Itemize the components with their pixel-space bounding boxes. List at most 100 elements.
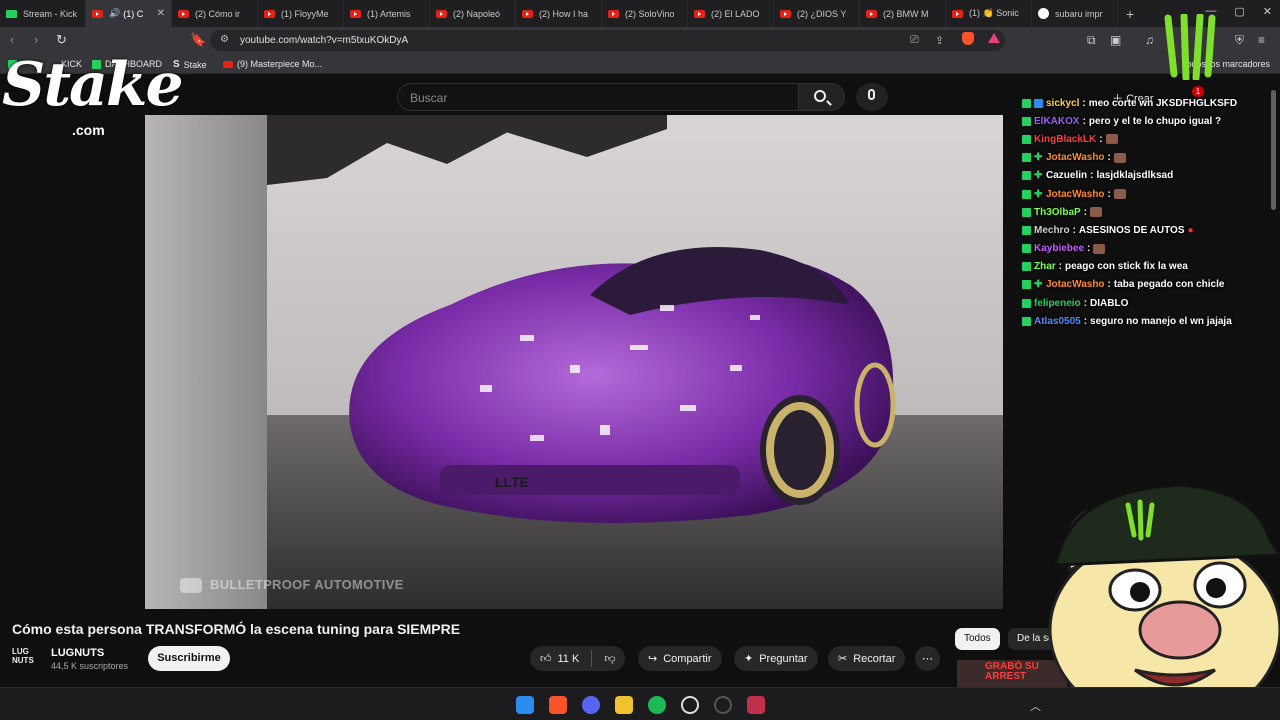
loading-icon[interactable] — [714, 696, 732, 714]
bookmark-page-icon[interactable]: 🔖 — [190, 32, 206, 48]
chat-text: seguro no manejo el wn jajaja — [1090, 315, 1232, 327]
browser-tab-bar: Stream - Kick 🔊 (1) C ✕ (2) Cómo ir (1) Floyy… — [0, 0, 1280, 27]
speaker-icon[interactable]: 🔊 — [109, 8, 120, 19]
voice-search-button[interactable] — [856, 83, 888, 111]
ask-label: Preguntar — [759, 652, 808, 665]
ask-button[interactable]: ✦ Preguntar — [734, 646, 818, 671]
extensions-icon[interactable]: ⧉ — [1087, 33, 1096, 48]
forward-icon[interactable]: › — [34, 32, 38, 47]
browser-tab[interactable]: Stream - Kick — [0, 0, 86, 27]
chat-message: ✚ JotacWasho: taba pegado con chicle — [1022, 276, 1277, 294]
chat-message: ElKAKOX: pero y el te lo chupo igual ? — [1022, 112, 1277, 130]
tab-label: (1) C — [123, 8, 144, 19]
chat-message: felipeneio: DIABLO — [1022, 294, 1277, 312]
browser-tab[interactable]: 🔊 (1) C ✕ — [86, 0, 172, 27]
menu-icon[interactable]: ≡ — [1258, 33, 1265, 47]
browser-tab[interactable]: (2) Cómo ir — [172, 0, 258, 27]
thumbs-up-icon: 👍︎ — [540, 653, 552, 665]
browser-tab[interactable]: (1) Artemis — [344, 0, 430, 27]
share-page-icon[interactable]: ⇪ — [935, 34, 944, 47]
tray-chevron-icon[interactable]: ︿ — [1030, 698, 1041, 714]
chat-emote-icon — [1113, 189, 1126, 200]
brave-shields-icon[interactable] — [962, 32, 974, 45]
channel-logo[interactable]: LUG NUTS — [12, 647, 44, 669]
chat-emote-icon — [1105, 134, 1118, 145]
browser-tab[interactable]: (2) How I ha — [516, 0, 602, 27]
like-button[interactable]: 👍︎ 11 K — [540, 652, 579, 666]
browser-tab[interactable]: (1) FloyyMe — [258, 0, 344, 27]
chat-text: meo corte wn JKSDFHGLKSFD — [1088, 97, 1238, 109]
reload-icon[interactable]: ↻ — [56, 32, 67, 48]
windows-start-icon[interactable] — [516, 696, 534, 714]
obs-icon[interactable] — [681, 696, 699, 714]
cast-icon[interactable]: ⎚ — [910, 34, 919, 47]
chat-username[interactable]: JotacWasho — [1046, 189, 1105, 200]
file-explorer-icon[interactable] — [615, 696, 633, 714]
maximize-icon[interactable]: ▢ — [1234, 5, 1244, 18]
chat-username[interactable]: Atlas0505 — [1034, 316, 1081, 327]
gift-badge-icon: ✚ — [1034, 279, 1043, 291]
chat-username[interactable]: Mechro — [1034, 225, 1070, 236]
chat-emote-icon — [1093, 243, 1106, 254]
chat-username[interactable]: sickycl — [1046, 98, 1079, 109]
discord-icon[interactable] — [582, 696, 600, 714]
bookmark-label: Stake — [183, 59, 207, 70]
chat-separator: : — [1082, 115, 1086, 127]
browser-tab[interactable]: (2) El LADO — [688, 0, 774, 27]
spotify-icon[interactable] — [648, 696, 666, 714]
like-dislike-group: 👍︎ 11 K 👎︎ — [530, 646, 626, 671]
sidebar-icon[interactable]: ▣ — [1110, 33, 1121, 47]
gift-badge-icon: ✚ — [1034, 188, 1043, 200]
kick-badge-icon — [1022, 225, 1031, 235]
gift-badge-icon: ✚ — [1034, 152, 1043, 164]
vpn-icon[interactable]: ⛨ — [1235, 33, 1244, 48]
browser-toolbar: ‹ › ↻ 🔖 ⚙ youtube.com/watch?v=m5txuKOkDy… — [0, 27, 1280, 54]
search-input[interactable]: Buscar — [397, 83, 799, 111]
chat-separator: : — [1083, 315, 1088, 327]
site-settings-icon[interactable]: ⚙ — [220, 34, 229, 45]
like-divider — [591, 650, 593, 667]
browser-tab[interactable]: (2) BMW M — [860, 0, 946, 27]
chat-text: ASESINOS DE AUTOS — [1078, 224, 1185, 236]
share-label: Compartir — [663, 652, 712, 665]
brave-rewards-icon[interactable] — [988, 33, 1000, 43]
close-window-icon[interactable]: ✕ — [1263, 5, 1272, 18]
dislike-button[interactable]: 👎︎ — [604, 652, 615, 665]
chat-username[interactable]: JotacWasho — [1046, 279, 1105, 290]
chat-username[interactable]: Kaybiebee — [1034, 243, 1084, 254]
chat-separator: : — [1107, 152, 1111, 164]
channel-name[interactable]: LUGNUTS — [51, 647, 104, 659]
address-bar[interactable]: ⚙ youtube.com/watch?v=m5txuKOkDyA ⎚ ⇪ — [210, 30, 1005, 51]
tab-label: (2) Cómo ir — [195, 8, 241, 19]
chat-username[interactable]: Zhar — [1034, 261, 1056, 272]
chat-username[interactable]: felipeneio — [1034, 298, 1081, 309]
youtube-icon — [866, 9, 877, 18]
chat-username[interactable]: ElKAKOX — [1034, 116, 1080, 127]
close-tab-icon[interactable]: ✕ — [157, 8, 165, 19]
browser-tab[interactable]: subaru impr — [1032, 0, 1118, 27]
video-player[interactable]: LLTE BULLETPROOF AUTOMOTIVE — [145, 115, 1003, 609]
brave-browser-icon[interactable] — [549, 696, 567, 714]
kick-icon — [6, 9, 17, 18]
clip-button[interactable]: ✂ Recortar — [828, 646, 906, 671]
share-button[interactable]: ↪ Compartir — [638, 646, 722, 671]
new-tab-button[interactable]: + — [1126, 6, 1134, 22]
chip-all[interactable]: Todos — [955, 628, 1000, 650]
browser-tab[interactable]: (2) ¿DIOS Y — [774, 0, 860, 27]
chat-username[interactable]: Th3OlbaP — [1034, 207, 1081, 218]
bookmark-masterpiece[interactable]: (9) Masterpiece Mo... — [223, 59, 322, 69]
back-icon[interactable]: ‹ — [10, 32, 14, 47]
browser-tab[interactable]: (1) 👏 Sonic — [946, 0, 1032, 27]
tab-label: (2) Napoleó — [453, 8, 501, 19]
video-title: Cómo esta persona TRANSFORMÓ la escena t… — [12, 621, 461, 637]
chat-username[interactable]: JotacWasho — [1046, 152, 1105, 163]
browser-tab[interactable]: (2) Napoleó — [430, 0, 516, 27]
more-actions-button[interactable]: ⋯ — [915, 646, 940, 671]
app-icon[interactable] — [747, 696, 765, 714]
chat-username[interactable]: KingBlackLK — [1034, 134, 1096, 145]
chat-username[interactable]: Cazuelin — [1046, 170, 1087, 181]
subscribe-button[interactable]: Suscribirme — [148, 646, 230, 671]
browser-tab[interactable]: (2) SoloVino — [602, 0, 688, 27]
media-icon[interactable]: ♫ — [1145, 33, 1154, 47]
search-button[interactable] — [799, 83, 845, 111]
